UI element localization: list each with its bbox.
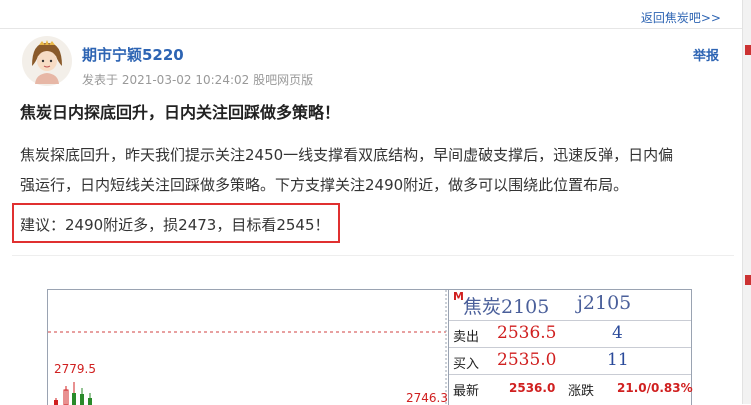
last-price: 2536.0 — [509, 381, 556, 395]
high-price-label: 2779.5 — [54, 362, 96, 376]
buy-row: 买入 2535.0 11 — [449, 348, 691, 375]
suggestion-text: 建议：2490附近多，损2473，目标看2545！ — [20, 216, 330, 234]
last-row: 最新 2536.0 涨跌 21.0/0.83% — [449, 375, 693, 405]
candle-body — [72, 393, 76, 405]
sell-row: 卖出 2536.5 4 — [449, 321, 691, 348]
scroll-marker — [745, 275, 751, 285]
post-body-line: 焦炭探底回升，昨天我们提示关注2450一线支撑看双底结构，早间虚破支撑后，迅速反… — [20, 146, 674, 164]
divider — [12, 255, 734, 256]
right-price-label: 2746.3 — [406, 391, 448, 405]
quote-header-row: M 焦炭2105 j2105 — [449, 290, 691, 321]
back-to-forum-link[interactable]: 返回焦炭吧>> — [641, 9, 721, 26]
candlestick-svg — [48, 290, 447, 405]
buy-price: 2535.0 — [497, 350, 557, 370]
post-meta: 发表于 2021-03-02 10:24:02 股吧网页版 — [82, 73, 314, 87]
contract-name: 焦炭2105 — [463, 296, 550, 318]
scroll-marker — [745, 45, 751, 55]
post-body: 焦炭探底回升，昨天我们提示关注2450一线支撑看双底结构，早间虚破支撑后，迅速反… — [20, 140, 732, 200]
buy-volume: 11 — [607, 350, 629, 370]
chart-plot-area: 2779.5 2746.3 — [47, 289, 449, 405]
avatar-illustration — [22, 36, 72, 86]
candle-body — [54, 400, 58, 405]
post-title: 焦炭日内探底回升，日内关注回踩做多策略！ — [20, 103, 341, 122]
report-button[interactable]: 举报 — [693, 45, 719, 64]
last-label: 最新 — [453, 384, 480, 399]
change-value: 21.0/0.83% — [617, 381, 693, 395]
scrollbar[interactable] — [742, 0, 751, 404]
author-name-link[interactable]: 期市宁颖5220 — [82, 44, 184, 65]
kline-chart-image: 2779.5 2746.3 M 焦炭2105 j2105 卖出 2536.5 4… — [47, 289, 693, 405]
quote-panel: M 焦炭2105 j2105 卖出 2536.5 4 买入 2535.0 11 … — [448, 289, 693, 405]
sell-label: 卖出 — [453, 330, 480, 345]
sell-volume: 4 — [612, 323, 623, 343]
candle-body — [80, 394, 84, 405]
top-bar: 返回焦炭吧>> — [0, 0, 751, 29]
change-label: 涨跌 — [568, 384, 595, 399]
buy-label: 买入 — [453, 357, 480, 372]
post-body-line: 强运行，日内短线关注回踩做多策略。下方支撑关注2490附近，做多可以围绕此位置布… — [20, 176, 629, 194]
contract-code: j2105 — [577, 292, 632, 314]
avatar[interactable] — [22, 36, 72, 86]
sell-price: 2536.5 — [497, 323, 557, 343]
